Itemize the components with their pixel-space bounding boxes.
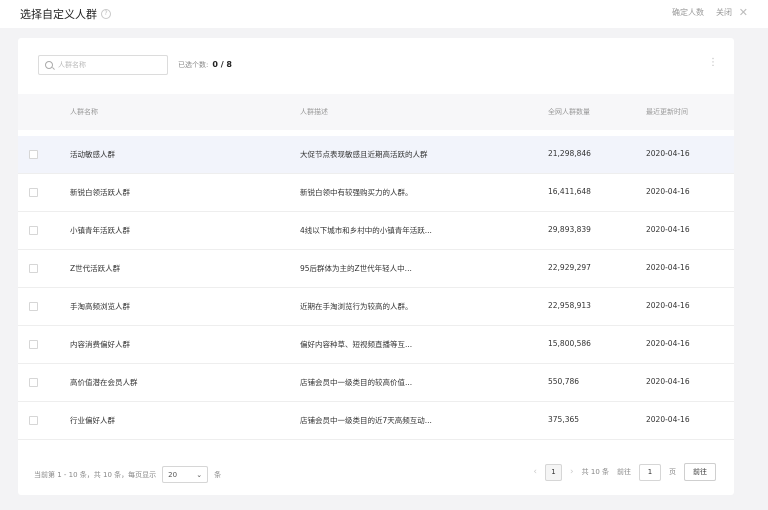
row-checkbox[interactable] <box>29 264 38 273</box>
row-name: 内容消费偏好人群 <box>70 340 130 349</box>
row-date: 2020-04-16 <box>646 339 690 348</box>
row-checkbox[interactable] <box>29 188 38 197</box>
row-count: 550,786 <box>548 377 580 386</box>
row-description: 大促节点表现敏感且近期高活跃的人群 <box>300 150 428 159</box>
row-checkbox[interactable] <box>29 302 38 311</box>
row-description: 近期在手淘浏览行为较高的人群。 <box>300 302 413 311</box>
confirm-count-link[interactable]: 确定人数 <box>672 7 704 18</box>
row-date: 2020-04-16 <box>646 377 690 386</box>
row-count: 22,929,297 <box>548 263 591 272</box>
page-size-select[interactable]: 20 ⌄ <box>162 466 209 483</box>
goto-unit: 页 <box>669 468 676 476</box>
next-page-icon[interactable]: › <box>570 467 574 477</box>
modal-header: 选择自定义人群 ? 确定人数 关闭 ✕ <box>0 0 768 28</box>
row-name: 手淘高频浏览人群 <box>70 302 130 311</box>
pagination-summary: 当前第 1 - 10 条，共 10 条，每页显示 <box>34 470 157 479</box>
row-date: 2020-04-16 <box>646 187 690 196</box>
row-date: 2020-04-16 <box>646 301 690 310</box>
go-button[interactable]: 前往 <box>684 463 716 481</box>
row-checkbox[interactable] <box>29 340 38 349</box>
row-description: 新锐白领中有较强购买力的人群。 <box>300 188 413 197</box>
search-input[interactable]: 人群名称 <box>38 55 168 75</box>
page-size-unit: 条 <box>214 470 222 479</box>
table-row[interactable]: Z世代活跃人群 95后群体为主的Z世代年轻人中... 22,929,297 20… <box>18 250 734 288</box>
table-row[interactable]: 行业偏好人群 店铺会员中一级类目的近7天高频互动... 375,365 2020… <box>18 402 734 440</box>
selected-count: 已选个数: 0 / 8 <box>178 60 232 70</box>
selected-value: 0 / 8 <box>212 60 232 69</box>
close-icon[interactable]: ✕ <box>739 6 748 19</box>
row-name: 高价值潜在会员人群 <box>70 378 138 387</box>
row-name: 行业偏好人群 <box>70 416 115 425</box>
row-description: 4线以下城市和乡村中的小镇青年活跃... <box>300 226 432 235</box>
row-date: 2020-04-16 <box>646 263 690 272</box>
header-actions: 确定人数 关闭 <box>672 7 732 18</box>
page-number-button[interactable]: 1 <box>545 463 563 481</box>
row-description: 店铺会员中一级类目的较高价值... <box>300 378 413 387</box>
row-count: 29,893,839 <box>548 225 591 234</box>
modal-title-group: 选择自定义人群 ? <box>20 6 111 22</box>
row-count: 16,411,648 <box>548 187 591 196</box>
audience-panel: 人群名称 已选个数: 0 / 8 ⋮ 人群名称 人群描述 全网人群数量 最近更新时… <box>18 38 734 495</box>
row-date: 2020-04-16 <box>646 149 690 158</box>
column-header-name: 人群名称 <box>70 108 98 116</box>
row-name: 小镇青年活跃人群 <box>70 226 130 235</box>
help-icon[interactable]: ? <box>101 9 111 19</box>
prev-page-icon[interactable]: ‹ <box>533 467 537 477</box>
row-name: 新锐白领活跃人群 <box>70 188 130 197</box>
search-icon <box>45 61 53 69</box>
goto-page-input[interactable]: 1 <box>639 463 661 481</box>
goto-label: 前往 <box>617 468 631 476</box>
pager: ‹ 1 › 共 10 条 前往 1 页 前往 <box>533 463 716 481</box>
row-date: 2020-04-16 <box>646 415 690 424</box>
column-header-description: 人群描述 <box>300 108 328 116</box>
row-count: 15,800,586 <box>548 339 591 348</box>
table-row[interactable]: 高价值潜在会员人群 店铺会员中一级类目的较高价值... 550,786 2020… <box>18 364 734 402</box>
table-row[interactable]: 小镇青年活跃人群 4线以下城市和乡村中的小镇青年活跃... 29,893,839… <box>18 212 734 250</box>
page-size-value: 20 <box>168 470 178 479</box>
table-row[interactable]: 手淘高频浏览人群 近期在手淘浏览行为较高的人群。 22,958,913 2020… <box>18 288 734 326</box>
row-name: 活动敏感人群 <box>70 150 115 159</box>
total-pages-label: 共 10 条 <box>581 468 609 476</box>
page-size-group: 当前第 1 - 10 条，共 10 条，每页显示 20 ⌄ 条 <box>34 466 221 483</box>
row-checkbox[interactable] <box>29 378 38 387</box>
chevron-down-icon: ⌄ <box>196 470 203 479</box>
row-description: 95后群体为主的Z世代年轻人中... <box>300 264 412 273</box>
toolbar: 人群名称 已选个数: 0 / 8 ⋮ <box>18 38 734 90</box>
row-count: 22,958,913 <box>548 301 591 310</box>
row-count: 375,365 <box>548 415 580 424</box>
row-count: 21,298,846 <box>548 149 591 158</box>
column-header-updated: 最近更新时间 <box>646 108 688 116</box>
row-checkbox[interactable] <box>29 416 38 425</box>
modal-title: 选择自定义人群 <box>20 8 97 21</box>
row-checkbox[interactable] <box>29 226 38 235</box>
row-description: 店铺会员中一级类目的近7天高频互动... <box>300 416 432 425</box>
table-header: 人群名称 人群描述 全网人群数量 最近更新时间 <box>18 94 734 130</box>
row-description: 偏好内容种草、短视频直播等互... <box>300 340 413 349</box>
row-date: 2020-04-16 <box>646 225 690 234</box>
table-row[interactable]: 活动敏感人群 大促节点表现敏感且近期高活跃的人群 21,298,846 2020… <box>18 136 734 174</box>
selected-label: 已选个数: <box>178 61 209 69</box>
pagination-bar: 当前第 1 - 10 条，共 10 条，每页显示 20 ⌄ 条 ‹ 1 › 共 … <box>18 451 734 495</box>
row-checkbox[interactable] <box>29 150 38 159</box>
column-header-count: 全网人群数量 <box>548 108 590 116</box>
close-link[interactable]: 关闭 <box>716 7 732 18</box>
more-options-icon[interactable]: ⋮ <box>708 57 718 68</box>
search-placeholder: 人群名称 <box>58 61 86 69</box>
row-name: Z世代活跃人群 <box>70 264 121 273</box>
table-row[interactable]: 新锐白领活跃人群 新锐白领中有较强购买力的人群。 16,411,648 2020… <box>18 174 734 212</box>
table-row[interactable]: 内容消费偏好人群 偏好内容种草、短视频直播等互... 15,800,586 20… <box>18 326 734 364</box>
